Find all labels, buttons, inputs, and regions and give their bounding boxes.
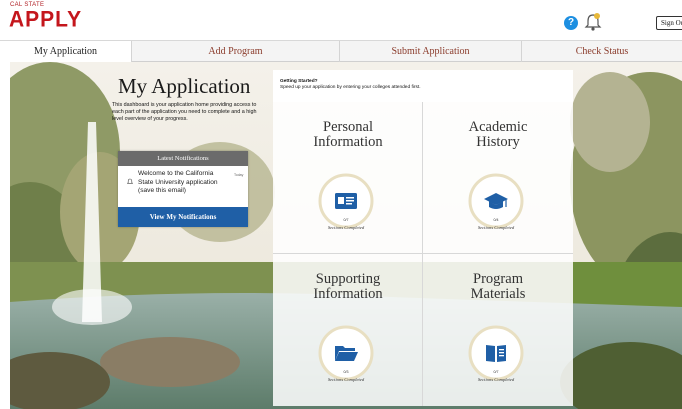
notifications-panel: Latest Notifications Welcome to the Cali… [118,151,248,227]
section-card-program-materials[interactable]: Program Materials 0/7 Sections Completed [423,254,573,406]
app-header: CAL STATE APPLY ? Sign Out [0,0,682,40]
sections-caption: Sections Completed [327,377,365,382]
main-nav: My Application Add Program Submit Applic… [0,40,682,63]
cal-state-apply-logo[interactable]: APPLY [9,7,82,32]
sections-count: 0/7 [493,370,499,374]
sections-caption: Sections Completed [477,377,515,382]
notification-time: Today [234,173,244,177]
notification-item[interactable]: Welcome to the California State Universi… [118,166,248,206]
folder-icon [333,340,359,366]
book-icon [483,340,509,366]
notifications-header: Latest Notifications [118,151,248,166]
bell-icon[interactable] [584,12,602,32]
section-title: Personal Information [313,119,383,150]
section-title: Program Materials [470,271,526,302]
id-card-icon [333,188,359,214]
getting-started-text: Speed up your application by entering yo… [280,85,421,90]
page-title: My Application [118,74,251,98]
section-card-academic-history[interactable]: Academic History 0/4 Sections Completed [423,102,573,254]
help-icon[interactable]: ? [564,16,578,30]
notification-text: Welcome to the California State Universi… [138,170,218,194]
sections-count: 0/4 [493,218,499,222]
tab-submit-application[interactable]: Submit Application [340,41,522,62]
page-description: This dashboard is your application home … [112,102,257,122]
tab-my-application[interactable]: My Application [0,41,132,63]
sections-panel: Getting Started? Speed up your applicati… [273,70,573,406]
view-notifications-button[interactable]: View My Notifications [118,207,248,227]
sections-count: 0/7 [343,218,349,222]
sign-out-button[interactable]: Sign Out [656,16,682,30]
sections-caption: Sections Completed [477,225,515,230]
getting-started-title: Getting Started? [280,79,318,84]
section-title: Supporting Information [313,271,383,302]
bell-icon [126,172,134,184]
tab-check-status[interactable]: Check Status [522,41,682,62]
section-card-personal-information[interactable]: Personal Information 0/7 Sections Comple… [273,102,423,254]
getting-started-banner: Getting Started? Speed up your applicati… [273,70,573,102]
section-card-supporting-information[interactable]: Supporting Information 0/3 Sections Comp… [273,254,423,406]
tab-add-program[interactable]: Add Program [132,41,340,62]
sections-caption: Sections Completed [327,225,365,230]
sections-count: 0/3 [343,370,349,374]
graduation-cap-icon [483,188,509,214]
section-title: Academic History [468,119,528,150]
